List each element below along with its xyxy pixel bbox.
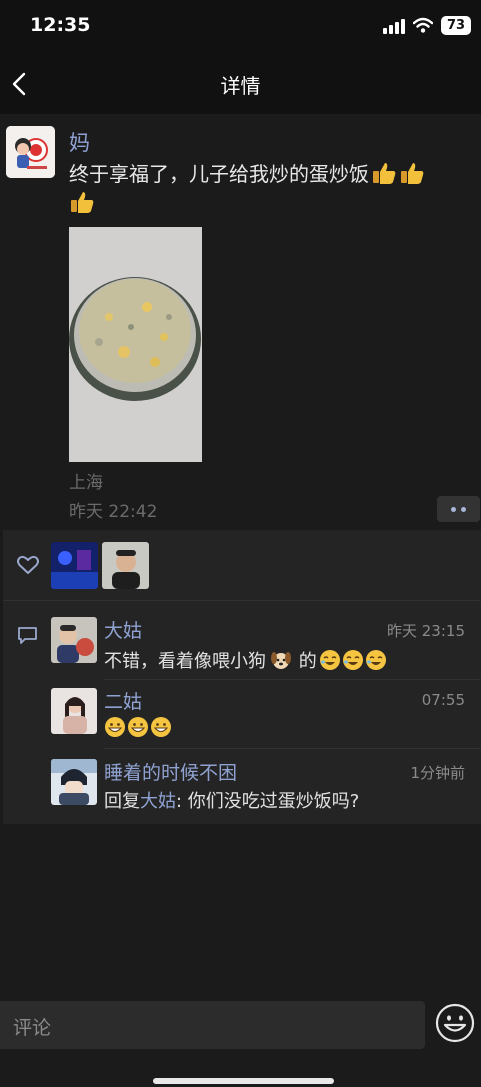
post-location[interactable]: 上海 [69, 468, 103, 493]
commenter-name[interactable]: 睡着的时候不困 [104, 758, 237, 785]
comment-body: 不错，看着像喂小狗 [104, 651, 266, 672]
laughing-face-icon [342, 650, 363, 670]
page-title: 详情 [220, 74, 261, 98]
comment-text[interactable]: 不错，看着像喂小狗 的 [104, 647, 388, 673]
reply-body: : 你们没吃过蛋炒饭吗? [176, 791, 360, 812]
grinning-face-icon [151, 717, 171, 737]
comment-time: 1分钟前 [410, 764, 465, 782]
laughing-face-icon [365, 650, 386, 670]
comment-text[interactable]: 回复大姑: 你们没吃过蛋炒饭吗? [104, 787, 359, 813]
emoji-picker-icon[interactable] [435, 1003, 475, 1043]
divider [104, 679, 481, 680]
heart-icon [17, 555, 39, 574]
comment-time: 昨天 23:15 [387, 622, 465, 640]
battery-indicator: 73 [441, 16, 471, 35]
commenter-avatar[interactable] [51, 617, 97, 663]
reply-prefix: 回复 [104, 791, 140, 812]
comment-icon [18, 627, 37, 644]
thumbs-up-icon [401, 163, 424, 184]
grinning-face-icon [105, 717, 125, 737]
commenter-name[interactable]: 大姑 [104, 616, 142, 643]
comment-input[interactable]: 评论 [0, 1001, 425, 1049]
commenter-avatar[interactable] [51, 688, 97, 734]
laughing-face-icon [319, 650, 340, 670]
more-actions-button[interactable] [437, 496, 480, 522]
thumbs-up-icon [373, 163, 396, 184]
comment-text[interactable] [104, 716, 173, 739]
grinning-face-icon [128, 717, 148, 737]
commenter-name[interactable]: 二姑 [104, 687, 142, 714]
commenter-avatar[interactable] [51, 759, 97, 805]
wifi-icon [413, 17, 433, 33]
comment-body-suffix: 的 [293, 651, 317, 672]
divider [104, 748, 481, 749]
dot-icon [451, 507, 456, 512]
cellular-signal-icon [383, 19, 405, 34]
dot-icon [461, 507, 466, 512]
post-timestamp: 昨天 22:42 [69, 502, 158, 522]
comment-input-placeholder: 评论 [13, 1017, 52, 1039]
poster-avatar[interactable] [6, 126, 55, 178]
poster-name[interactable]: 妈 [69, 127, 90, 157]
reply-target-name[interactable]: 大姑 [140, 791, 176, 812]
liker-avatar[interactable] [51, 542, 98, 589]
liker-avatar[interactable] [102, 542, 149, 589]
home-indicator [153, 1078, 334, 1084]
thumbs-up-icon [71, 192, 94, 213]
comment-time: 07:55 [421, 691, 465, 709]
status-time: 12:35 [30, 14, 91, 36]
post-text: 终于享福了，儿子给我炒的蛋炒饭 [69, 160, 469, 218]
post-caption: 终于享福了，儿子给我炒的蛋炒饭 [69, 162, 369, 186]
divider [3, 600, 481, 601]
fried-rice-photo[interactable] [69, 227, 202, 462]
puppy-icon [271, 652, 291, 669]
